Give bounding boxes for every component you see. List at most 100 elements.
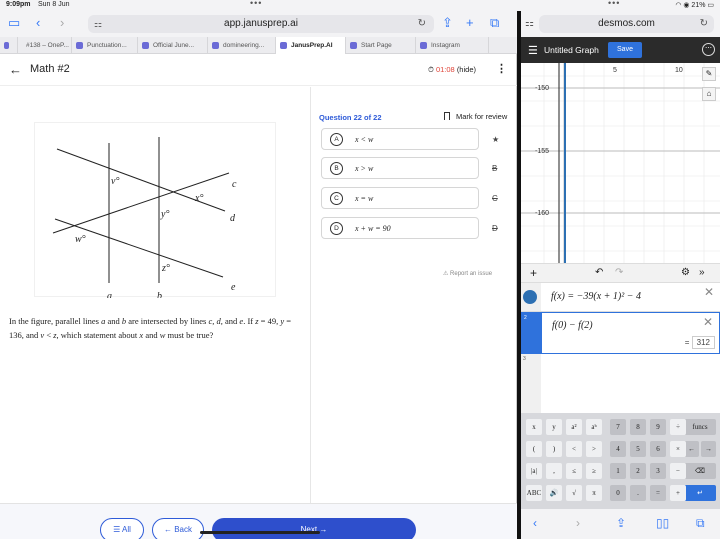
expression-text[interactable]: f(x) = −39(x + 1)² − 4 <box>551 291 641 302</box>
more-options-icon[interactable]: ⋮ <box>496 62 507 75</box>
right-reload-icon[interactable]: ↻ <box>700 15 708 33</box>
graph-canvas[interactable]: 5 10 -150 -155 -160 ✎ ⌂ <box>521 63 720 263</box>
key-0-6[interactable]: 9 <box>650 419 666 435</box>
new-tab-icon[interactable]: + <box>466 15 474 31</box>
key-0-7[interactable]: ÷ <box>670 419 686 435</box>
redo-icon[interactable]: ↷ <box>615 267 623 278</box>
back-button[interactable]: ← Back <box>152 518 204 539</box>
key-2-1[interactable]: , <box>546 463 562 479</box>
right-address-bar[interactable]: desmos.com ↻ <box>539 15 714 33</box>
key-3-4[interactable]: 0 <box>610 485 626 501</box>
enter-key[interactable]: ↵ <box>684 485 716 501</box>
delete-expression-icon[interactable]: ✕ <box>703 315 713 329</box>
key-3-6[interactable]: = <box>650 485 666 501</box>
delete-expression-icon[interactable]: ✕ <box>704 285 714 299</box>
strike-choice-b[interactable]: B <box>492 164 497 173</box>
bookmarks-icon[interactable]: ▯▯ <box>656 516 669 530</box>
tab-4[interactable]: domineering... <box>208 37 276 54</box>
multitask-dots-left[interactable]: ••• <box>250 0 262 8</box>
key-3-0[interactable]: ABC <box>526 485 542 501</box>
sidebar-icon[interactable]: ▭ <box>8 15 20 31</box>
tab-6[interactable]: Start Page <box>346 37 416 54</box>
key-1-4[interactable]: 4 <box>610 441 626 457</box>
share-graph-icon[interactable]: ⋯ <box>702 43 715 56</box>
star-icon[interactable]: ★ <box>492 135 499 144</box>
tab-0[interactable] <box>0 37 18 54</box>
all-questions-button[interactable]: ☰ All <box>100 518 144 539</box>
key-2-6[interactable]: 3 <box>650 463 666 479</box>
key-0-1[interactable]: y <box>546 419 562 435</box>
key-3-1[interactable]: 🔊 <box>546 485 562 501</box>
key-3-7[interactable]: + <box>670 485 686 501</box>
save-button[interactable]: Save <box>608 42 642 58</box>
wrench-icon[interactable]: ✎ <box>702 67 716 81</box>
key-1-0[interactable]: ( <box>526 441 542 457</box>
strike-choice-c[interactable]: C <box>492 194 498 203</box>
key-0-0[interactable]: x <box>526 419 542 435</box>
collapse-list-icon[interactable]: » <box>699 267 705 278</box>
undo-icon[interactable]: ↶ <box>595 267 603 278</box>
tabs-overview-icon[interactable]: ⧉ <box>490 15 499 31</box>
key-3-2[interactable]: √ <box>566 485 582 501</box>
expression-text[interactable]: f(0) − f(2) <box>552 320 593 331</box>
key-0-3[interactable]: aᵇ <box>586 419 602 435</box>
choice-d[interactable]: D x + w = 90 <box>321 217 479 239</box>
key-2-2[interactable]: ≤ <box>566 463 582 479</box>
expression-row-2[interactable]: 2 f(0) − f(2) ✕ = 312 <box>521 312 720 354</box>
key-3-3[interactable]: π <box>586 485 602 501</box>
address-bar[interactable]: ⚏ app.janusprep.ai ↻ <box>88 15 434 33</box>
key-1-5[interactable]: 5 <box>630 441 646 457</box>
tab-2[interactable]: Punctuation... <box>72 37 138 54</box>
back-nav-icon[interactable]: ‹ <box>36 15 40 31</box>
choice-c[interactable]: C x = w <box>321 187 479 209</box>
site-settings-icon[interactable]: ⚏ <box>94 15 102 33</box>
expression-row-1[interactable]: f(x) = −39(x + 1)² − 4 ✕ <box>521 283 720 312</box>
timer[interactable]: ⏱ 01:08 (hide) <box>428 65 476 75</box>
multitask-dots-right[interactable]: ••• <box>608 0 620 8</box>
forward-nav-icon[interactable]: › <box>60 15 64 31</box>
right-share-icon[interactable]: ⇪ <box>616 516 626 530</box>
right-tabs-icon[interactable]: ⧉ <box>696 516 705 531</box>
key-3-5[interactable]: . <box>630 485 646 501</box>
key-1-3[interactable]: > <box>586 441 602 457</box>
key-1-1[interactable]: ) <box>546 441 562 457</box>
share-icon[interactable]: ⇪ <box>442 15 453 31</box>
menu-icon[interactable]: ☰ <box>528 44 538 57</box>
backspace-key[interactable]: ⌫ <box>684 463 716 479</box>
expression-row-3[interactable]: 3 <box>521 354 720 413</box>
key-0-5[interactable]: 8 <box>630 419 646 435</box>
settings-gear-icon[interactable]: ⚙ <box>681 267 690 278</box>
tab-1[interactable]: #138 – OneP... <box>18 37 72 54</box>
hide-timer-link[interactable]: (hide) <box>457 65 476 74</box>
key-2-0[interactable]: |a| <box>526 463 542 479</box>
key-2-4[interactable]: 1 <box>610 463 626 479</box>
report-issue-link[interactable]: ⚠ Report an issue <box>443 270 492 277</box>
add-expression-icon[interactable]: + <box>530 266 537 280</box>
site-settings-icon-right[interactable]: ⚏ <box>525 16 534 32</box>
key-1-7[interactable]: × <box>670 441 686 457</box>
funcs-key[interactable]: funcs <box>684 419 716 435</box>
key-2-5[interactable]: 2 <box>630 463 646 479</box>
key-2-7[interactable]: − <box>670 463 686 479</box>
home-view-icon[interactable]: ⌂ <box>702 87 716 101</box>
cursor-left-key[interactable]: ← <box>684 441 699 457</box>
tab-7[interactable]: Instagram <box>416 37 489 54</box>
key-1-2[interactable]: < <box>566 441 582 457</box>
tab-5[interactable]: JanusPrep.AI <box>276 37 346 54</box>
choice-a[interactable]: A x < w <box>321 128 479 150</box>
key-0-4[interactable]: 7 <box>610 419 626 435</box>
next-button[interactable]: Next → <box>212 518 416 539</box>
key-0-2[interactable]: a² <box>566 419 582 435</box>
reload-icon[interactable]: ↻ <box>418 15 426 33</box>
choice-b[interactable]: B x > w <box>321 157 479 179</box>
tab-3[interactable]: Official June... <box>138 37 208 54</box>
back-arrow-icon[interactable]: ← <box>9 62 22 77</box>
strike-choice-d[interactable]: D <box>492 224 498 233</box>
right-back-icon[interactable]: ‹ <box>533 516 537 530</box>
cursor-right-key[interactable]: → <box>701 441 716 457</box>
right-forward-icon[interactable]: › <box>576 516 580 530</box>
graph-title[interactable]: Untitled Graph <box>544 45 599 55</box>
mark-for-review-button[interactable]: Mark for review <box>444 112 507 121</box>
key-1-6[interactable]: 6 <box>650 441 666 457</box>
key-2-3[interactable]: ≥ <box>586 463 602 479</box>
